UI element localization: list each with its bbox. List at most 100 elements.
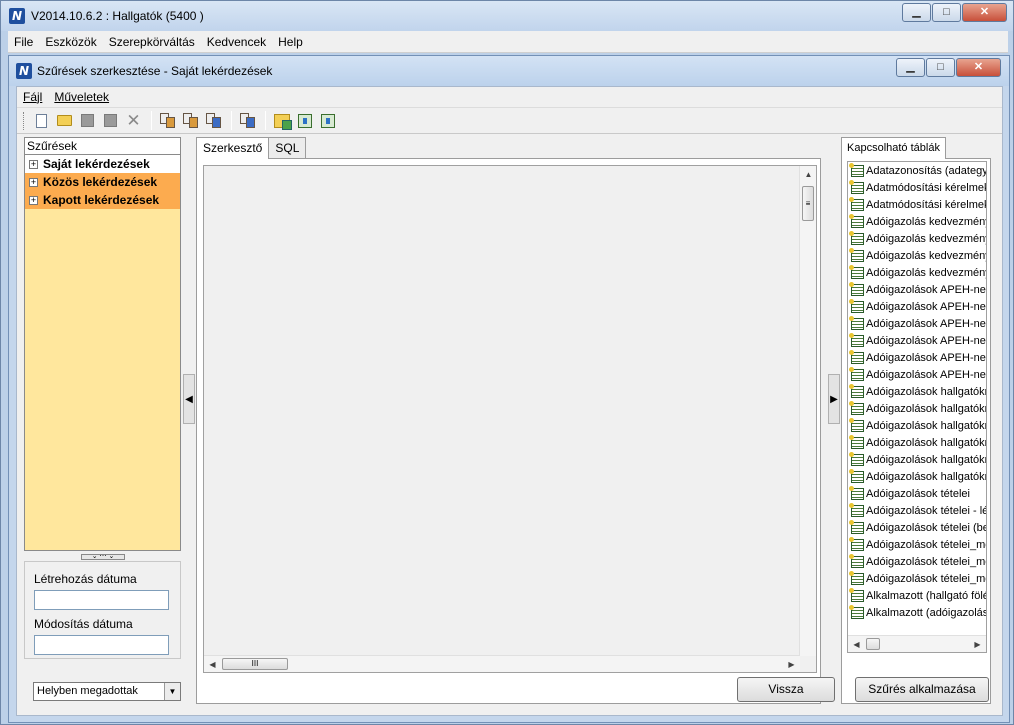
menu-kedvencek[interactable]: Kedvencek [201,35,272,49]
table-icon [849,230,864,245]
list-scroll-left-icon[interactable]: ◀ [848,636,865,652]
menu-fajl[interactable]: Fájl [17,90,48,104]
horizontal-scrollbar[interactable]: ◀ III ▶ [204,655,800,672]
query-editor-canvas[interactable]: ▲ ≡ ◀ III ▶ [203,165,817,673]
tab-kapcsolhato-tablak[interactable]: Kapcsolható táblák [841,137,946,159]
splitter-grip-icon[interactable]: ⌄ ⋯ ⌄ [81,553,125,560]
properties-button[interactable] [237,110,258,131]
menu-muveletek[interactable]: Műveletek [48,90,115,104]
table-list-item[interactable]: Adóigazolások tételei_menté [848,570,986,587]
save-button[interactable] [77,110,98,131]
apply-filter-button[interactable]: Szűrés alkalmazása [855,677,989,702]
dialog-title-bar[interactable]: N Szűrések szerkesztése - Saját lekérdez… [9,56,1009,86]
delete-icon: ✕ [126,111,141,130]
tab-sql[interactable]: SQL [268,137,307,158]
table-list-item[interactable]: Adóigazolások APEH-nek - l [848,298,986,315]
table-icon [849,383,864,398]
dialog-close-button[interactable]: ✕ [956,58,1001,77]
maximize-button[interactable]: □ [932,3,961,22]
collapse-left-button[interactable]: ◀ [183,374,195,424]
copy-button[interactable] [157,110,178,131]
menu-file[interactable]: File [8,35,39,49]
scroll-left-icon[interactable]: ◀ [204,656,221,673]
table-list-item[interactable]: Adóigazolások tételei [848,485,986,502]
table-list-item[interactable]: Adóigazolások tételei_menté [848,536,986,553]
list-horizontal-scrollbar[interactable]: ◀ ▶ [848,635,986,652]
table-item-label: Adóigazolások APEH-nek_m [866,368,986,381]
toolbar-grip[interactable] [23,111,25,130]
modified-date-field[interactable] [34,635,169,655]
table-item-label: Adóigazolások tételei_menté [866,538,986,551]
created-date-field[interactable] [34,590,169,610]
back-button[interactable]: Vissza [737,677,835,702]
table-list-item[interactable]: Alkalmazott (adóigazolás ked [848,604,986,621]
table-list-item[interactable]: Adatmódosítási kérelmek_m [848,196,986,213]
table-list-item[interactable]: Adóigazolások tételei - létreh [848,502,986,519]
table-icon [849,179,864,194]
expand-icon[interactable]: + [29,159,38,169]
table-list-item[interactable]: Adóigazolás kedvezményeze [848,230,986,247]
minimize-button[interactable]: ▁ [902,3,931,22]
main-title-bar[interactable]: N V2014.10.6.2 : Hallgatók (5400 ) ▁ □ ✕ [1,1,1013,31]
tree-button[interactable] [294,110,315,131]
tree-item-label: Saját lekérdezések [43,157,150,171]
table-list-item[interactable]: Adatmódosítási kérelmek_el [848,179,986,196]
transfer-button[interactable] [203,110,224,131]
add-folder-button[interactable] [271,110,292,131]
share-icon [182,113,199,128]
table-list-item[interactable]: Adóigazolások hallgatóknak [848,434,986,451]
panel-splitter[interactable]: ⌄ ⋯ ⌄ [24,553,181,560]
table-icon [849,451,864,466]
menu-help[interactable]: Help [272,35,309,49]
table-list-item[interactable]: Alkalmazott (hallgató fölérer [848,587,986,604]
dialog-title: Szűrések szerkesztése - Saját lekérdezés… [37,64,273,78]
dropdown-arrow-icon[interactable]: ▼ [164,683,180,700]
table-list-item[interactable]: Adóigazolások hallgatóknak [848,417,986,434]
scope-select[interactable]: Helyben megadottak ▼ [33,682,181,701]
table-list-item[interactable]: Adóigazolások hallgatóknak [848,468,986,485]
tree-item-kozos[interactable]: + Közös lekérdezések [25,173,180,191]
table-list-item[interactable]: Adóigazolások APEH-nek_m [848,332,986,349]
table-list-item[interactable]: Adóigazolások hallgatóknak [848,383,986,400]
list-scroll-thumb[interactable] [866,638,880,650]
vertical-scrollbar[interactable]: ▲ ≡ [799,166,816,656]
table-list-item[interactable]: Adóigazolások APEH-nek_m [848,349,986,366]
table-item-label: Adóigazolások tételei_menté [866,555,986,568]
tree-item-sajat[interactable]: + Saját lekérdezések [25,155,180,173]
horizontal-scroll-thumb[interactable]: III [222,658,288,670]
menu-eszkozok[interactable]: Eszközök [39,35,102,49]
tab-szerkeszto[interactable]: Szerkesztő [196,137,270,159]
table-list-item[interactable]: Adóigazolások APEH-nek (b [848,315,986,332]
expand-icon[interactable]: + [29,195,38,205]
scroll-up-icon[interactable]: ▲ [800,166,817,183]
scroll-right-icon[interactable]: ▶ [783,656,800,673]
vertical-scroll-thumb[interactable]: ≡ [802,186,814,221]
table-list-item[interactable]: Adóigazolások tételei (befize [848,519,986,536]
menu-szerepkorvaltas[interactable]: Szerepkörváltás [103,35,201,49]
collapse-right-button[interactable]: ▶ [828,374,840,424]
table-list-item[interactable]: Adóigazolás kedvezményeze [848,264,986,281]
tree-group-button[interactable] [317,110,338,131]
list-scroll-right-icon[interactable]: ▶ [969,636,986,652]
dialog-maximize-button[interactable]: □ [926,58,955,77]
table-list-item[interactable]: Adóigazolások APEH-nek_m [848,366,986,383]
dialog-minimize-button[interactable]: ▁ [896,58,925,77]
table-list-item[interactable]: Adóigazolás kedvezményeze [848,247,986,264]
toolbar-separator [151,111,152,130]
table-list-item[interactable]: Adóigazolások hallgatóknak [848,400,986,417]
save-as-button[interactable] [100,110,121,131]
table-list-item[interactable]: Adóigazolások APEH-nek [848,281,986,298]
new-button[interactable] [31,110,52,131]
table-list-item[interactable]: Adóigazolások hallgatóknak [848,451,986,468]
open-button[interactable] [54,110,75,131]
share-button[interactable] [180,110,201,131]
table-list-item[interactable]: Adatazonosítás (adategyezte [848,162,986,179]
table-list-item[interactable]: Adóigazolás kedvezményeze [848,213,986,230]
main-window-title: V2014.10.6.2 : Hallgatók (5400 ) [31,9,204,23]
table-item-label: Adóigazolások APEH-nek_m [866,334,986,347]
expand-icon[interactable]: + [29,177,38,187]
close-button[interactable]: ✕ [962,3,1007,22]
delete-button[interactable]: ✕ [123,110,144,131]
table-list-item[interactable]: Adóigazolások tételei_menté [848,553,986,570]
tree-item-kapott[interactable]: + Kapott lekérdezések [25,191,180,209]
